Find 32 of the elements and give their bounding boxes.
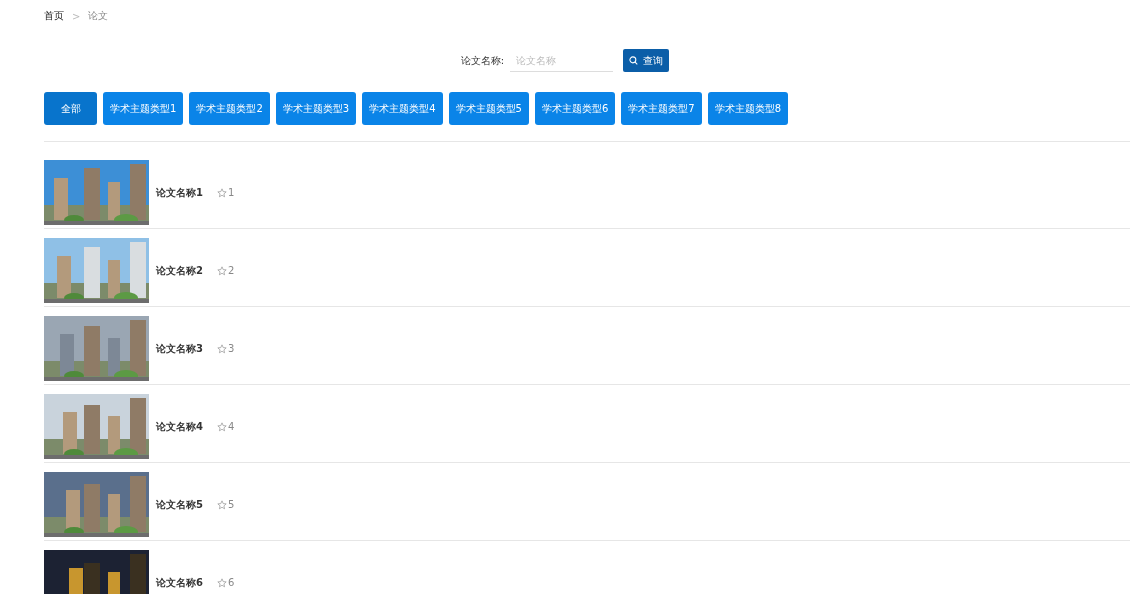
search-icon (629, 56, 639, 65)
paper-title[interactable]: 论文名称1 (156, 185, 217, 200)
favorite-count: 5 (228, 499, 235, 510)
star-icon (217, 499, 227, 510)
category-tab[interactable]: 学术主题类型3 (275, 92, 357, 125)
search-button[interactable]: 查询 (623, 49, 670, 72)
paper-title[interactable]: 论文名称6 (156, 575, 217, 590)
paper-title[interactable]: 论文名称2 (156, 263, 217, 278)
star-icon (217, 577, 227, 588)
category-tab[interactable]: 学术主题类型5 (448, 92, 529, 125)
favorite-count: 4 (228, 421, 235, 432)
category-tab[interactable]: 全部 (44, 92, 97, 125)
field-label: 论文名称: (460, 53, 505, 68)
paper-title[interactable]: 论文名称4 (156, 419, 217, 434)
category-tab[interactable]: 学术主题类型8 (707, 92, 788, 125)
category-tab[interactable]: 学术主题类型4 (362, 92, 443, 125)
favorite-count: 1 (228, 187, 235, 198)
category-tab[interactable]: 学术主题类型2 (189, 92, 270, 125)
star-icon (217, 265, 227, 276)
category-tab[interactable]: 学术主题类型6 (534, 92, 616, 125)
paper-title[interactable]: 论文名称3 (156, 341, 217, 356)
favorite-count: 2 (228, 265, 235, 276)
category-tab[interactable]: 学术主题类型1 (103, 92, 184, 125)
category-tab[interactable]: 学术主题类型7 (621, 92, 702, 125)
favorite-count: 3 (228, 343, 235, 354)
favorite-count: 6 (228, 577, 235, 588)
star-icon (217, 187, 227, 198)
star-icon (217, 421, 227, 432)
paper-title[interactable]: 论文名称5 (156, 497, 217, 512)
breadcrumb-link[interactable]: 首页 (44, 9, 64, 23)
breadcrumb-separator: > (72, 10, 81, 22)
star-icon (217, 343, 227, 354)
